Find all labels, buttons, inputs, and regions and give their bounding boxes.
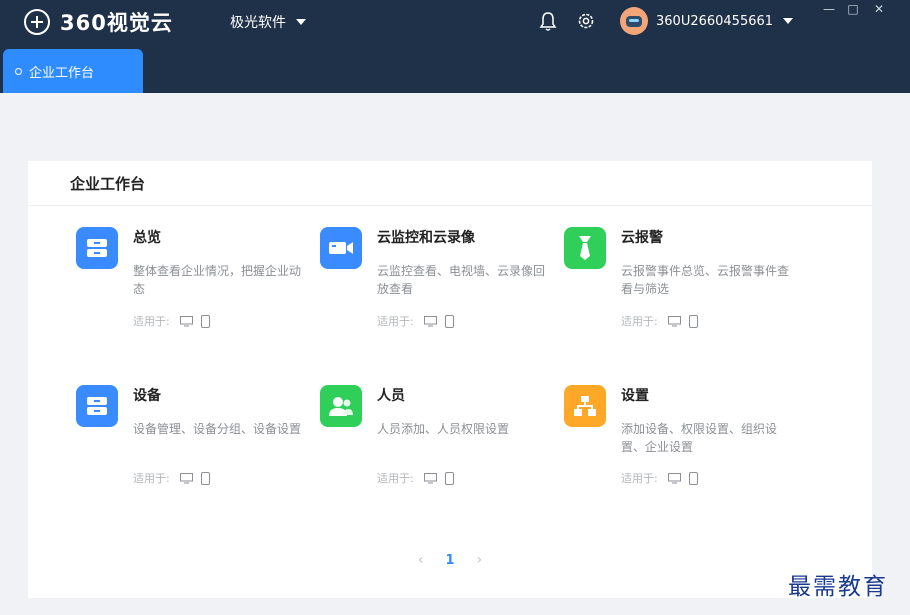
tile-desc: 云报警事件总览、云报警事件查看与筛选 [621, 264, 790, 296]
tile-apply: 适用于: [621, 470, 698, 486]
tile-title: 云报警 [621, 230, 663, 246]
tile-title: 人员 [377, 388, 405, 404]
tile-title: 总览 [133, 230, 161, 246]
app-name: 360视觉云 [60, 11, 173, 35]
org-chart-icon [564, 385, 606, 427]
tile-people[interactable]: 人员 人员添加、人员权限设置 适用于: [320, 385, 542, 495]
chevron-down-icon [783, 18, 794, 24]
tile-title: 云监控和云录像 [377, 230, 475, 246]
top-bar: 360视觉云 极光软件 360U2660455661 — □ ✕ 企业工作台 [0, 0, 910, 93]
tile-title: 设置 [621, 388, 649, 404]
tile-cloud-monitor[interactable]: 云监控和云录像 云监控查看、电视墙、云录像回放查看 适用于: [320, 227, 546, 337]
device-icon [76, 385, 118, 427]
tile-desc: 人员添加、人员权限设置 [377, 422, 510, 436]
tile-apply: 适用于: [377, 470, 454, 486]
tile-desc: 整体查看企业情况，把握企业动态 [133, 264, 302, 296]
maximize-button[interactable]: □ [846, 2, 860, 16]
apply-label: 适用于: [133, 315, 170, 328]
minimize-button[interactable]: — [822, 2, 836, 16]
desktop-icon [423, 315, 437, 326]
user-menu[interactable]: 360U2660455661 [620, 7, 794, 35]
desktop-icon [667, 472, 681, 483]
org-switcher[interactable]: 极光软件 [230, 12, 306, 32]
desktop-icon [423, 472, 437, 483]
apply-label: 适用于: [621, 472, 658, 485]
logo-icon [24, 9, 50, 35]
camera-icon [320, 227, 362, 269]
tile-apply: 适用于: [621, 313, 698, 329]
close-button[interactable]: ✕ [872, 2, 886, 16]
apply-label: 适用于: [133, 472, 170, 485]
tile-cloud-alarm[interactable]: 云报警 云报警事件总览、云报警事件查看与筛选 适用于: [564, 227, 790, 337]
tile-desc: 云监控查看、电视墙、云录像回放查看 [377, 264, 546, 296]
desktop-icon [179, 315, 193, 326]
workspace-card: 企业工作台 总览 整体查看企业情况，把握企业动态 适用于: 云监控和云录像 云监… [28, 161, 872, 598]
tile-title: 设备 [133, 388, 161, 404]
apply-label: 适用于: [377, 315, 414, 328]
tile-settings[interactable]: 设置 添加设备、权限设置、组织设置、企业设置 适用于: [564, 385, 786, 495]
chevron-down-icon [296, 19, 306, 25]
drawer-icon [76, 227, 118, 269]
people-icon [320, 385, 362, 427]
tile-apply: 适用于: [133, 313, 210, 329]
next-page-button[interactable]: › [477, 552, 483, 568]
apply-label: 适用于: [377, 472, 414, 485]
mobile-icon [444, 471, 454, 485]
prev-page-button[interactable]: ‹ [418, 552, 424, 568]
pagination: ‹ 1 › [28, 548, 872, 572]
alarm-icon [564, 227, 606, 269]
app-logo: 360视觉云 [24, 8, 173, 36]
gear-icon[interactable] [576, 10, 596, 32]
avatar [620, 7, 648, 35]
desktop-icon [667, 315, 681, 326]
tile-apply: 适用于: [133, 470, 210, 486]
mobile-icon [688, 471, 698, 485]
tab-label: 企业工作台 [29, 65, 95, 81]
page-number-current[interactable]: 1 [445, 553, 454, 568]
tile-desc: 添加设备、权限设置、组织设置、企业设置 [621, 422, 778, 454]
mobile-icon [444, 314, 454, 328]
tile-desc: 设备管理、设备分组、设备设置 [133, 422, 302, 436]
tab-enterprise-workspace[interactable]: 企业工作台 [3, 49, 143, 93]
watermark: 最需教育 [788, 574, 888, 600]
mobile-icon [688, 314, 698, 328]
user-name: 360U2660455661 [656, 13, 774, 29]
apply-label: 适用于: [621, 315, 658, 328]
desktop-icon [179, 472, 193, 483]
mobile-icon [200, 314, 210, 328]
tile-devices[interactable]: 设备 设备管理、设备分组、设备设置 适用于: [76, 385, 302, 495]
tile-overview[interactable]: 总览 整体查看企业情况，把握企业动态 适用于: [76, 227, 302, 337]
tab-icon [15, 67, 22, 75]
org-name: 极光软件 [230, 15, 286, 31]
mobile-icon [200, 471, 210, 485]
workspace-title: 企业工作台 [28, 161, 872, 206]
bell-icon[interactable] [538, 10, 558, 32]
tile-apply: 适用于: [377, 313, 454, 329]
